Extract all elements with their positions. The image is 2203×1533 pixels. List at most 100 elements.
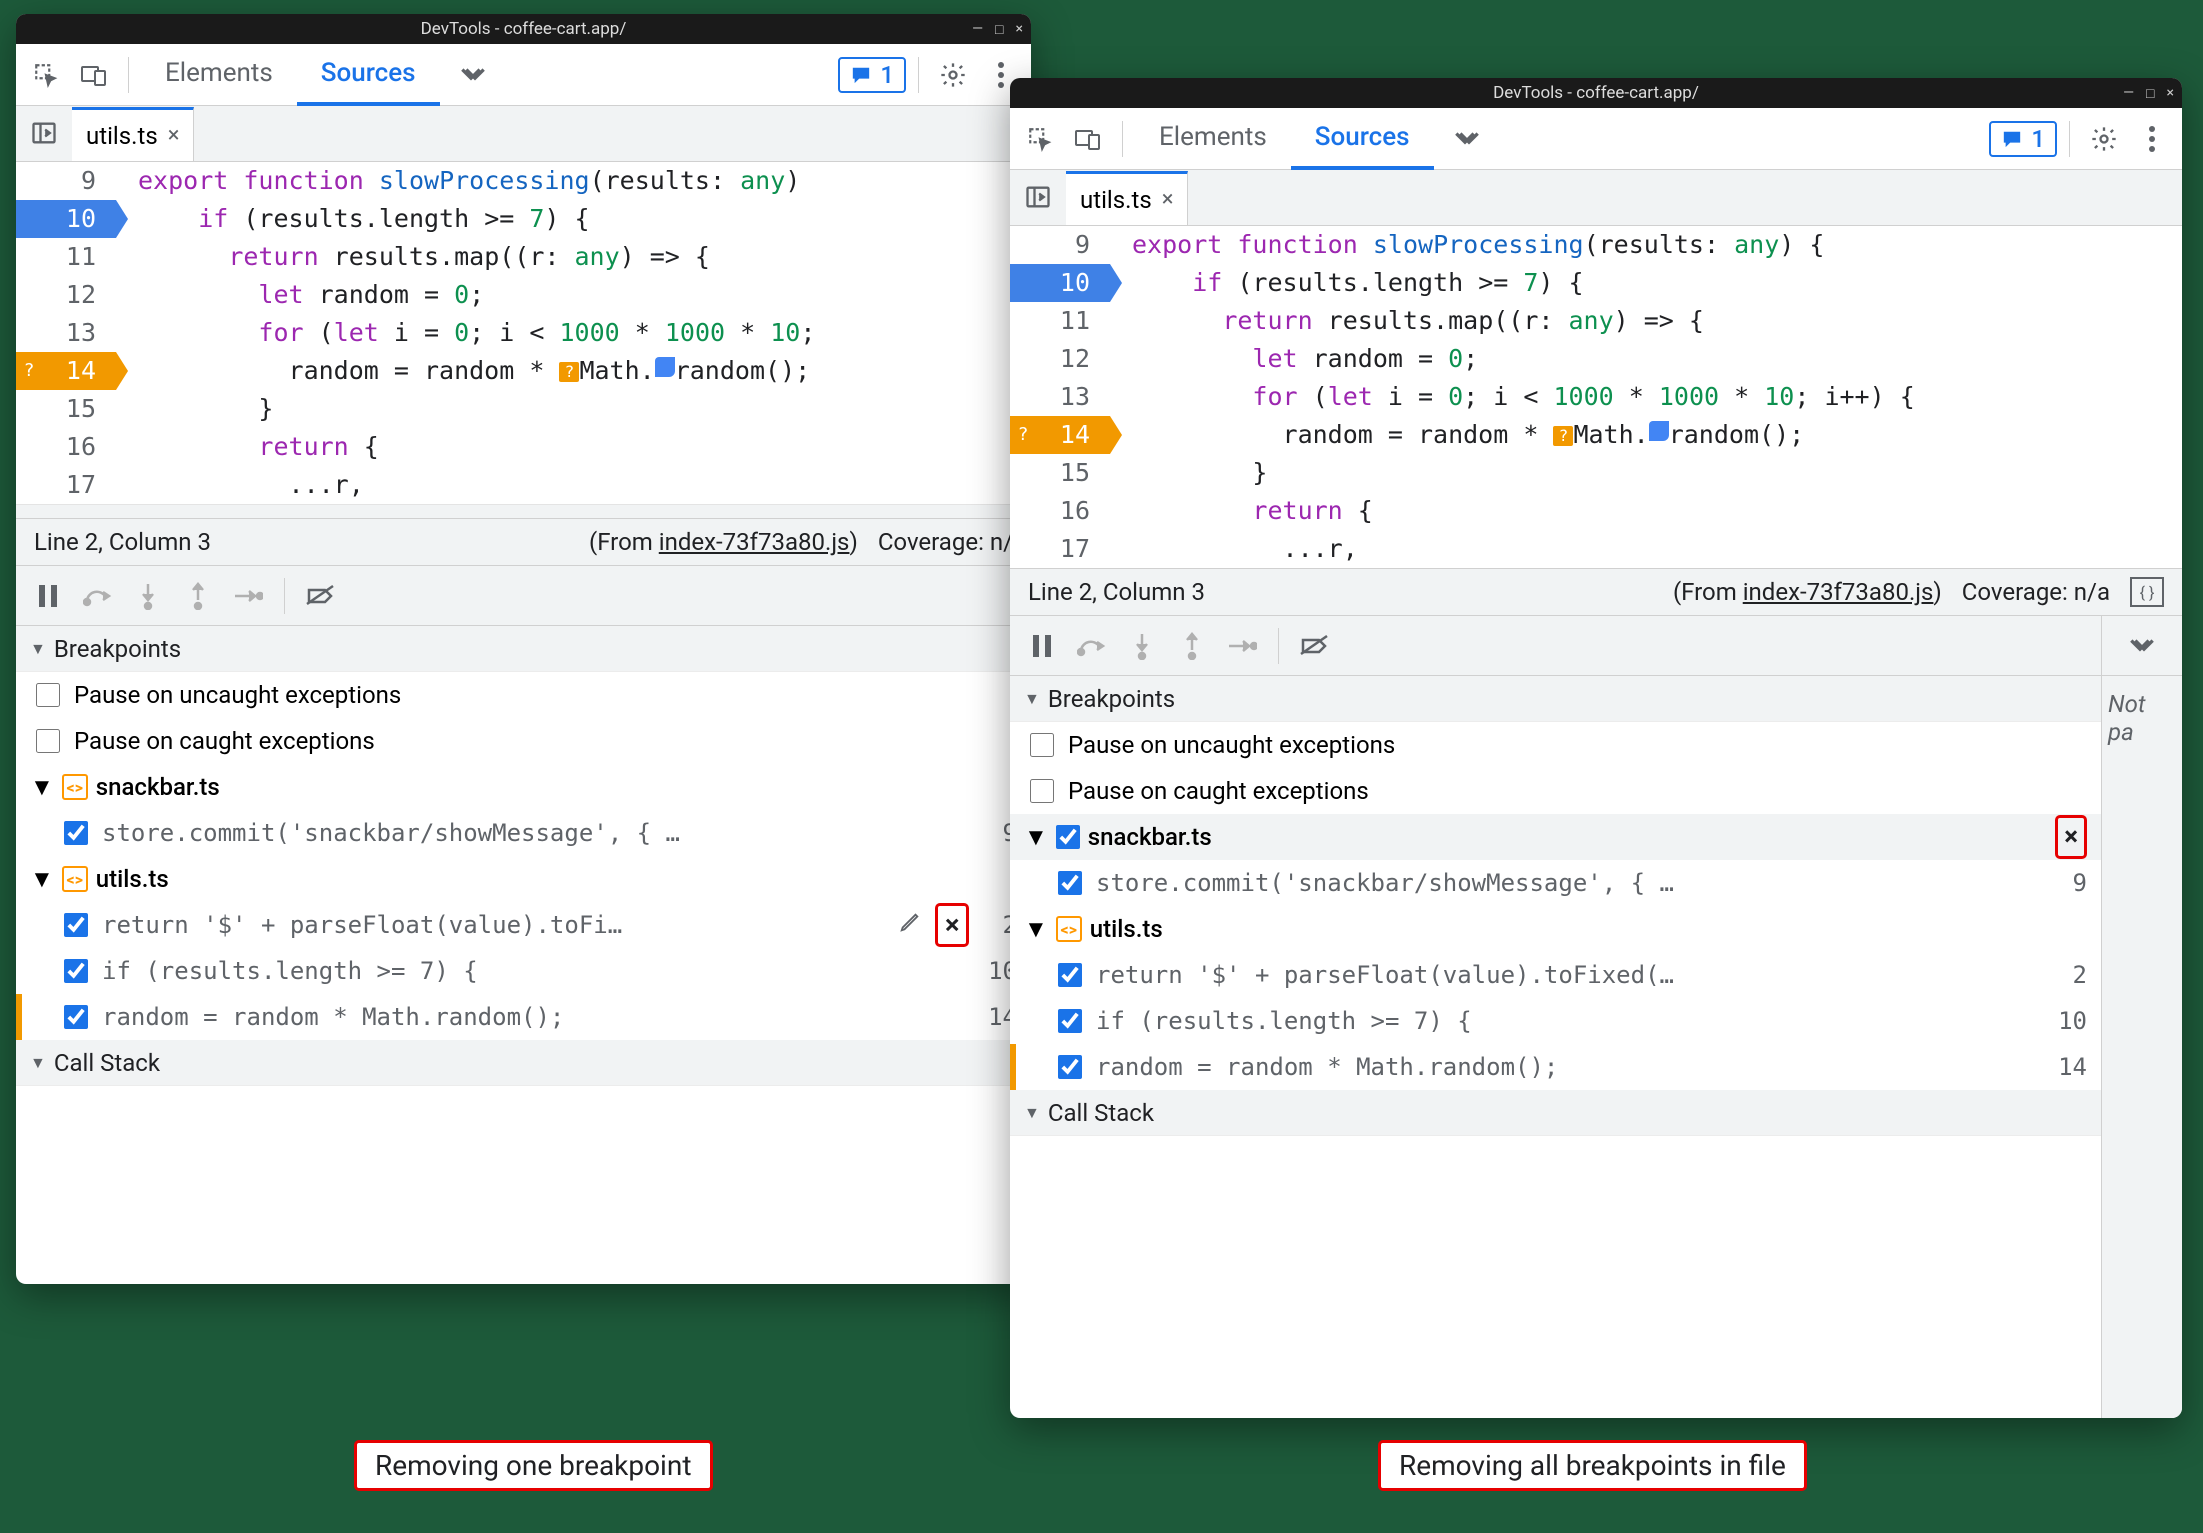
navigator-toggle-icon[interactable]	[16, 105, 72, 161]
breakpoint-item[interactable]: store.commit('snackbar/showMessage', { ……	[16, 810, 1031, 856]
messages-badge[interactable]: 1	[838, 57, 906, 93]
source-map-link[interactable]: index-73f73a80.js	[659, 528, 850, 556]
column-breakpoint-icon[interactable]	[655, 357, 675, 377]
column-breakpoint-icon[interactable]: ?	[559, 362, 579, 382]
breakpoint-checkbox[interactable]	[1058, 1009, 1082, 1033]
maximize-icon[interactable]: □	[2146, 85, 2154, 102]
breakpoint-group-snackbar-hovered[interactable]: ▼ snackbar.ts ×	[1010, 814, 2101, 860]
gear-icon[interactable]	[2082, 117, 2126, 161]
breakpoint-checkbox[interactable]	[64, 821, 88, 845]
step-into-icon[interactable]	[1120, 624, 1164, 668]
step-over-icon[interactable]	[1070, 624, 1114, 668]
line-number-breakpoint[interactable]: 10	[1010, 264, 1110, 302]
tab-elements[interactable]: Elements	[1135, 108, 1291, 170]
pause-uncaught-checkbox-row[interactable]: Pause on uncaught exceptions	[1010, 722, 2101, 768]
line-number[interactable]: 11	[1010, 302, 1110, 340]
file-tab-utils[interactable]: utils.ts ×	[1066, 171, 1188, 225]
device-icon[interactable]	[1066, 117, 1110, 161]
pause-uncaught-checkbox[interactable]	[1030, 733, 1054, 757]
line-number-breakpoint[interactable]: 10	[16, 200, 116, 238]
inspect-icon[interactable]	[24, 53, 68, 97]
tab-sources[interactable]: Sources	[1291, 108, 1434, 170]
callstack-pane-header[interactable]: ▼ Call Stack	[16, 1040, 1031, 1086]
line-number[interactable]: 16	[16, 428, 116, 466]
tab-sources[interactable]: Sources	[297, 44, 440, 106]
pretty-print-icon[interactable]: { }	[2130, 577, 2164, 607]
pause-icon[interactable]	[1020, 624, 1064, 668]
breakpoint-item[interactable]: if (results.length >= 7) { 10	[16, 948, 1031, 994]
minimize-icon[interactable]: —	[972, 21, 983, 38]
kebab-icon[interactable]	[2130, 117, 2174, 161]
line-number[interactable]: 15	[16, 390, 116, 428]
code-editor[interactable]: 9export function slowProcessing(results:…	[16, 162, 1031, 518]
breakpoint-item[interactable]: return '$' + parseFloat(value).toFixed(……	[1010, 952, 2101, 998]
deactivate-breakpoints-icon[interactable]	[299, 574, 343, 618]
line-number[interactable]: 15	[1010, 454, 1110, 492]
line-number-conditional-breakpoint[interactable]: ?14	[1010, 416, 1110, 454]
close-icon[interactable]: ×	[1016, 21, 1023, 38]
breakpoint-checkbox[interactable]	[64, 913, 88, 937]
breakpoint-checkbox[interactable]	[1058, 871, 1082, 895]
window-controls[interactable]: — □ ×	[2123, 85, 2174, 102]
breakpoint-item[interactable]: store.commit('snackbar/showMessage', { ……	[1010, 860, 2101, 906]
breakpoints-pane-header[interactable]: ▼ Breakpoints	[16, 626, 1031, 672]
deactivate-breakpoints-icon[interactable]	[1293, 624, 1337, 668]
step-icon[interactable]	[226, 574, 270, 618]
code-editor[interactable]: 9export function slowProcessing(results:…	[1010, 226, 2182, 568]
line-number[interactable]: 9	[1010, 226, 1110, 264]
breakpoint-checkbox[interactable]	[1058, 1055, 1082, 1079]
breakpoint-group-snackbar[interactable]: ▼ <> snackbar.ts	[16, 764, 1031, 810]
messages-badge[interactable]: 1	[1989, 121, 2057, 157]
breakpoint-item-conditional[interactable]: random = random * Math.random(); 14	[1010, 1044, 2101, 1090]
device-icon[interactable]	[72, 53, 116, 97]
tab-elements[interactable]: Elements	[141, 44, 297, 106]
line-number[interactable]: 13	[16, 314, 116, 352]
more-panes-icon[interactable]	[2102, 616, 2182, 676]
navigator-toggle-icon[interactable]	[1010, 169, 1066, 225]
window-controls[interactable]: — □ ×	[972, 21, 1023, 38]
column-breakpoint-icon[interactable]	[1649, 421, 1669, 441]
breakpoint-item[interactable]: if (results.length >= 7) { 10	[1010, 998, 2101, 1044]
column-breakpoint-icon[interactable]: ?	[1553, 426, 1573, 446]
breakpoint-checkbox[interactable]	[64, 1005, 88, 1029]
edit-breakpoint-icon[interactable]	[899, 911, 921, 939]
source-map-link[interactable]: index-73f73a80.js	[1743, 578, 1934, 606]
breakpoint-item-conditional[interactable]: random = random * Math.random(); 14	[16, 994, 1031, 1040]
pause-caught-checkbox[interactable]	[1030, 779, 1054, 803]
gear-icon[interactable]	[931, 53, 975, 97]
more-tabs-icon[interactable]	[444, 65, 502, 85]
line-number[interactable]: 9	[16, 162, 116, 200]
line-number[interactable]: 17	[1010, 530, 1110, 568]
maximize-icon[interactable]: □	[995, 21, 1003, 38]
line-number[interactable]: 16	[1010, 492, 1110, 530]
breakpoints-pane-header[interactable]: ▼ Breakpoints	[1010, 676, 2101, 722]
line-number[interactable]: 13	[1010, 378, 1110, 416]
line-number[interactable]: 12	[16, 276, 116, 314]
callstack-pane-header[interactable]: ▼ Call Stack	[1010, 1090, 2101, 1136]
step-out-icon[interactable]	[1170, 624, 1214, 668]
file-tab-utils[interactable]: utils.ts ×	[72, 107, 194, 161]
minimize-icon[interactable]: —	[2123, 85, 2134, 102]
step-over-icon[interactable]	[76, 574, 120, 618]
pause-icon[interactable]	[26, 574, 70, 618]
line-number-conditional-breakpoint[interactable]: ?14	[16, 352, 116, 390]
pause-uncaught-checkbox-row[interactable]: Pause on uncaught exceptions	[16, 672, 1031, 718]
breakpoint-checkbox[interactable]	[64, 959, 88, 983]
group-checkbox[interactable]	[1056, 825, 1080, 849]
pause-caught-checkbox-row[interactable]: Pause on caught exceptions	[1010, 768, 2101, 814]
step-icon[interactable]	[1220, 624, 1264, 668]
step-out-icon[interactable]	[176, 574, 220, 618]
breakpoint-group-utils[interactable]: ▼ <> utils.ts	[16, 856, 1031, 902]
more-tabs-icon[interactable]	[1438, 129, 1496, 149]
pause-caught-checkbox-row[interactable]: Pause on caught exceptions	[16, 718, 1031, 764]
breakpoint-item-hovered[interactable]: return '$' + parseFloat(value).toFi… × 2	[16, 902, 1031, 948]
remove-all-breakpoints-icon[interactable]: ×	[2064, 822, 2078, 852]
close-tab-icon[interactable]: ×	[168, 123, 180, 148]
breakpoint-group-utils[interactable]: ▼ <> utils.ts	[1010, 906, 2101, 952]
inspect-icon[interactable]	[1018, 117, 1062, 161]
line-number[interactable]: 11	[16, 238, 116, 276]
step-into-icon[interactable]	[126, 574, 170, 618]
breakpoint-checkbox[interactable]	[1058, 963, 1082, 987]
line-number[interactable]: 12	[1010, 340, 1110, 378]
pause-uncaught-checkbox[interactable]	[36, 683, 60, 707]
